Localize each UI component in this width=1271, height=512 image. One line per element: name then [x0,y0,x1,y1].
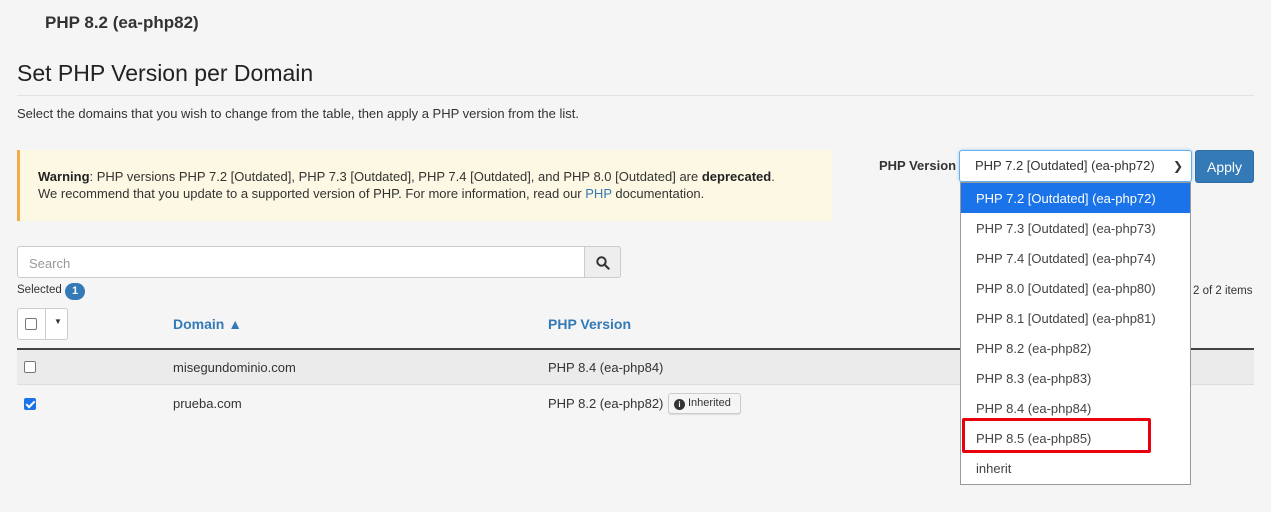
apply-button[interactable]: Apply [1195,150,1254,183]
php-version-label: PHP Version [879,158,957,173]
php-option[interactable]: PHP 8.0 [Outdated] (ea-php80) [961,273,1190,303]
highlight-annotation [962,418,1151,453]
current-php-version: PHP 8.2 (ea-php82) [45,13,199,32]
checkbox-icon [25,318,37,330]
php-version-cell: PHP 8.2 (ea-php82) [548,396,664,411]
row-checkbox[interactable] [24,361,36,373]
title-divider [17,95,1254,96]
warning-recommendation: We recommend that you update to a suppor… [38,186,586,201]
search-icon [596,256,610,270]
php-version-column-header[interactable]: PHP Version [548,316,631,332]
php-version-select-value: PHP 7.2 [Outdated] (ea-php72) [975,158,1155,173]
php-option[interactable]: PHP 8.1 [Outdated] (ea-php81) [961,303,1190,333]
search-button[interactable] [584,246,621,278]
warning-text: : PHP versions PHP 7.2 [Outdated], PHP 7… [89,169,702,184]
domain-cell: misegundominio.com [173,360,296,375]
domain-cell: prueba.com [173,396,242,411]
php-version-cell: PHP 8.4 (ea-php84) [548,360,664,375]
deprecated-word: deprecated [701,169,772,184]
php-option[interactable]: PHP 8.3 (ea-php83) [961,363,1190,393]
php-option-inherit[interactable]: inherit [961,453,1190,483]
chevron-down-icon: ❯ [1172,159,1183,173]
php-option[interactable]: PHP 7.3 [Outdated] (ea-php73) [961,213,1190,243]
php-option[interactable]: PHP 7.4 [Outdated] (ea-php74) [961,243,1190,273]
caret-down-icon: ▼ [54,317,62,326]
items-count: 2 of 2 items [1193,285,1253,297]
deprecation-warning: Warning: PHP versions PHP 7.2 [Outdated]… [17,150,832,221]
selected-count-badge: 1 [65,283,85,300]
php-version-select[interactable]: PHP 7.2 [Outdated] (ea-php72) ❯ [959,150,1192,182]
select-options-dropdown[interactable]: ▼ [45,308,68,340]
search-input[interactable]: Search [17,246,585,278]
select-all-checkbox[interactable] [17,308,46,340]
php-option[interactable]: PHP 8.2 (ea-php82) [961,333,1190,363]
php-option[interactable]: PHP 7.2 [Outdated] (ea-php72) [961,183,1190,213]
info-icon: i [674,399,685,410]
intro-text: Select the domains that you wish to chan… [17,106,579,121]
inherited-badge: i Inherited [668,393,741,414]
row-checkbox[interactable] [24,398,36,410]
php-docs-link[interactable]: PHP [585,186,612,201]
domain-column-header[interactable]: Domain ▲ [173,316,242,332]
selected-label: Selected [17,284,62,296]
page-title: Set PHP Version per Domain [17,60,314,86]
warning-label: Warning [38,169,90,184]
